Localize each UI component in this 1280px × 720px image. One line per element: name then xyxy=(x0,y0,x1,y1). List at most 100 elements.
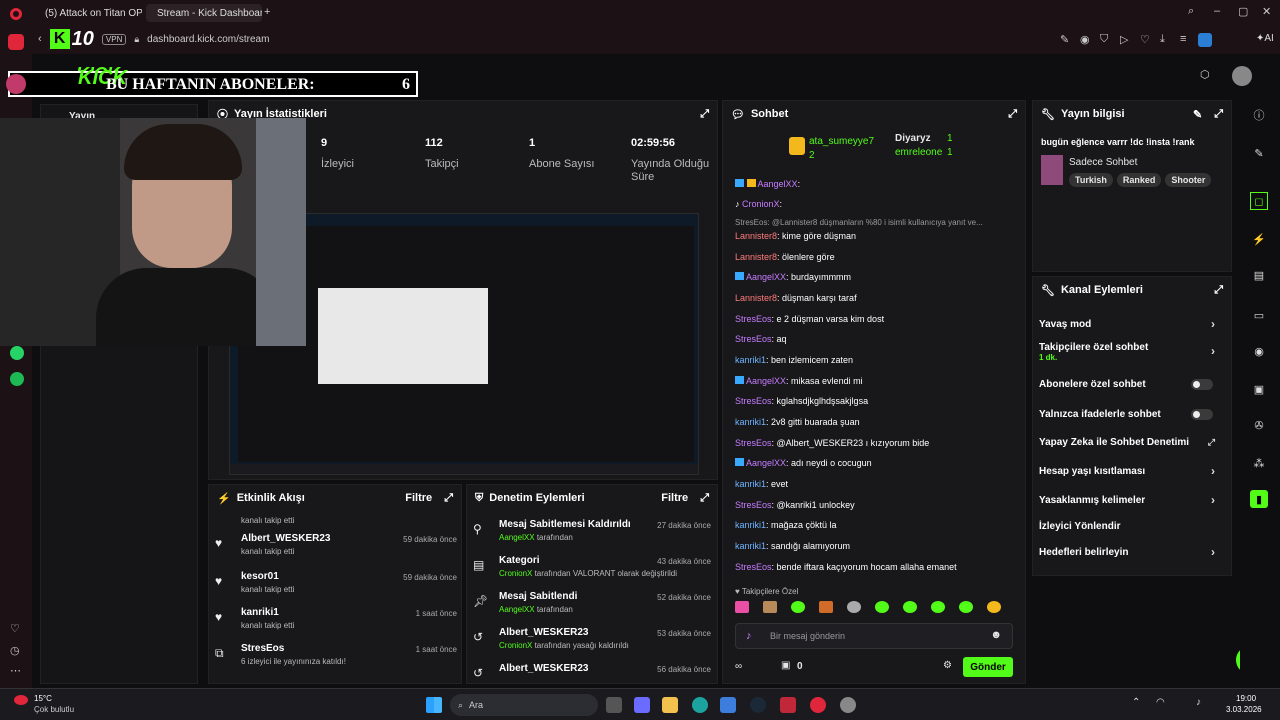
action-set-goals[interactable]: Hedefleri belirleyin › xyxy=(1033,539,1223,565)
chat-user[interactable]: AangelXX xyxy=(746,458,786,468)
tag[interactable]: Shooter xyxy=(1165,173,1212,187)
action-emote-only[interactable]: Yalnızca ifadelerle sohbet xyxy=(1033,401,1223,427)
chat-user[interactable]: Lannister8 xyxy=(735,252,777,262)
share-icon[interactable]: ⁂ xyxy=(1250,454,1268,472)
emote-icon[interactable] xyxy=(791,601,805,613)
speaker-icon[interactable]: ♪ xyxy=(1196,697,1201,708)
tag[interactable]: Ranked xyxy=(1116,173,1162,187)
chat-user[interactable]: AangelXX xyxy=(758,179,798,189)
play-icon[interactable]: ▷ xyxy=(1120,33,1128,46)
infinity-icon[interactable]: ∞ xyxy=(735,661,742,672)
tab-kick-dashboard[interactable]: Stream - Kick Dashboard xyxy=(146,4,262,22)
opera-icon[interactable] xyxy=(810,697,826,713)
copilot-icon[interactable] xyxy=(634,697,650,713)
emote-icon[interactable] xyxy=(735,601,749,613)
chat-user[interactable]: Lannister8 xyxy=(735,231,777,241)
opera-side-badge[interactable] xyxy=(6,74,26,94)
expand-icon[interactable]: ⤢ xyxy=(1008,108,1017,121)
home-icon[interactable] xyxy=(8,34,24,50)
chat-user[interactable]: AangelXX xyxy=(746,272,786,282)
wrench-icon[interactable]: ✇ xyxy=(1250,416,1268,434)
gift-icon[interactable]: ▣ xyxy=(781,660,790,671)
emote-icon[interactable] xyxy=(959,601,973,613)
chat-user[interactable]: StresEos xyxy=(735,314,772,324)
taskbar-search[interactable]: ⌕ Ara xyxy=(450,694,598,716)
chat-user[interactable]: kanriki1 xyxy=(735,479,766,489)
tab-attack-on-titan[interactable]: (5) Attack on Titan OP1 - xyxy=(34,4,142,22)
heart-icon[interactable]: ♡ xyxy=(10,622,20,635)
expand-icon[interactable]: ⤢ xyxy=(444,492,453,505)
new-tab-icon[interactable]: + xyxy=(264,6,270,18)
emoji-icon[interactable]: ☻ xyxy=(990,629,1002,641)
tray-chevron-icon[interactable]: ⌃ xyxy=(1132,697,1140,708)
expand-icon[interactable]: ⤢ xyxy=(1214,284,1223,297)
emote-icon[interactable] xyxy=(763,601,777,613)
emote-icon[interactable] xyxy=(819,601,833,613)
edit-icon[interactable]: ✎ xyxy=(1060,33,1069,46)
toggle-switch[interactable] xyxy=(1191,408,1213,420)
taskview-icon[interactable] xyxy=(606,697,622,713)
kick-green-icon[interactable]: ▮ xyxy=(1250,490,1268,508)
emote-icon[interactable] xyxy=(987,601,1001,613)
gifter-second[interactable]: Diyaryz xyxy=(895,133,931,144)
tag[interactable]: Turkish xyxy=(1069,173,1113,187)
close-icon[interactable]: ✕ xyxy=(1262,5,1271,18)
download-icon[interactable]: ⤓ xyxy=(1160,33,1165,46)
action-ai-moderation[interactable]: Yapay Zeka ile Sohbet Denetimi ⤢ xyxy=(1033,429,1223,455)
heart-icon[interactable]: ♡ xyxy=(1140,33,1150,46)
edit-icon[interactable]: ✎ xyxy=(1250,144,1268,162)
gifter-first[interactable]: ata_sumeyye7 xyxy=(809,136,874,147)
app-red-icon[interactable] xyxy=(780,697,796,713)
expand-icon[interactable]: ⤢ xyxy=(700,492,709,505)
broadcast-icon[interactable]: ◉ xyxy=(1250,342,1268,360)
chat-user[interactable]: kanriki1 xyxy=(735,355,766,365)
store-icon[interactable] xyxy=(720,697,736,713)
menu-icon[interactable]: ≡ xyxy=(1180,33,1186,45)
chat-user[interactable]: StresEos xyxy=(735,396,772,406)
chat-user[interactable]: StresEos xyxy=(735,334,772,344)
spotify-icon[interactable] xyxy=(10,372,24,386)
category-name[interactable]: Sadece Sohbet xyxy=(1069,157,1137,168)
save-icon[interactable]: ▣ xyxy=(1250,380,1268,398)
chat-icon[interactable]: ▭ xyxy=(1250,306,1268,324)
mic-icon[interactable]: ♪ xyxy=(746,630,752,642)
vpn-badge[interactable]: VPN xyxy=(101,33,127,45)
back-icon[interactable]: ‹ xyxy=(38,33,42,45)
emote-icon[interactable] xyxy=(847,601,861,613)
chrome-icon[interactable] xyxy=(840,697,856,713)
shield-icon[interactable]: ⛉ xyxy=(1100,33,1108,46)
more-icon[interactable]: ⋯ xyxy=(10,664,21,677)
expand-icon[interactable]: ⤢ xyxy=(700,108,709,121)
chat-user[interactable]: Lannister8 xyxy=(735,293,777,303)
action-subscribers-only[interactable]: Abonelere özel sohbet xyxy=(1033,371,1223,397)
emote-icon[interactable] xyxy=(903,601,917,613)
action-followers-only[interactable]: Takipçilere özel sohbet 1 dk. › xyxy=(1033,337,1223,367)
clock-time[interactable]: 19:00 xyxy=(1236,694,1256,703)
extension-icon[interactable] xyxy=(1198,33,1212,47)
start-icon[interactable] xyxy=(426,697,442,713)
camera-icon[interactable]: ◉ xyxy=(1080,33,1090,46)
minimize-icon[interactable]: – xyxy=(1214,5,1220,17)
gifter-third[interactable]: emreleone xyxy=(895,147,942,158)
opera-logo-icon[interactable] xyxy=(10,8,22,20)
steam-icon[interactable] xyxy=(750,697,766,713)
chat-user[interactable]: kanriki1 xyxy=(735,541,766,551)
edit-icon[interactable]: ✎ xyxy=(1193,108,1202,121)
apps-icon[interactable]: ⬡ xyxy=(1200,68,1210,81)
chat-user[interactable]: StresEos xyxy=(735,438,772,448)
reply-preview[interactable]: StresEos: @Lannister8 düşmanların %80 i … xyxy=(735,218,1015,227)
bolt-icon[interactable]: ⚡ xyxy=(1250,230,1268,248)
action-slow-mode[interactable]: Yavaş mod › xyxy=(1033,311,1223,337)
category-thumbnail[interactable] xyxy=(1041,155,1063,185)
edge-icon[interactable] xyxy=(692,697,708,713)
settings-icon[interactable]: ⚙ xyxy=(943,660,952,671)
history-icon[interactable]: ◷ xyxy=(10,644,20,657)
toggle-switch[interactable] xyxy=(1191,378,1213,390)
url-text[interactable]: dashboard.kick.com/stream xyxy=(147,34,269,45)
expand-icon[interactable]: ⤢ xyxy=(1214,108,1223,121)
activity-filter[interactable]: Filtre xyxy=(405,492,432,504)
user-avatar[interactable] xyxy=(1232,66,1252,86)
maximize-icon[interactable]: ▢ xyxy=(1238,5,1248,18)
explorer-icon[interactable] xyxy=(662,697,678,713)
whatsapp-icon[interactable] xyxy=(10,346,24,360)
